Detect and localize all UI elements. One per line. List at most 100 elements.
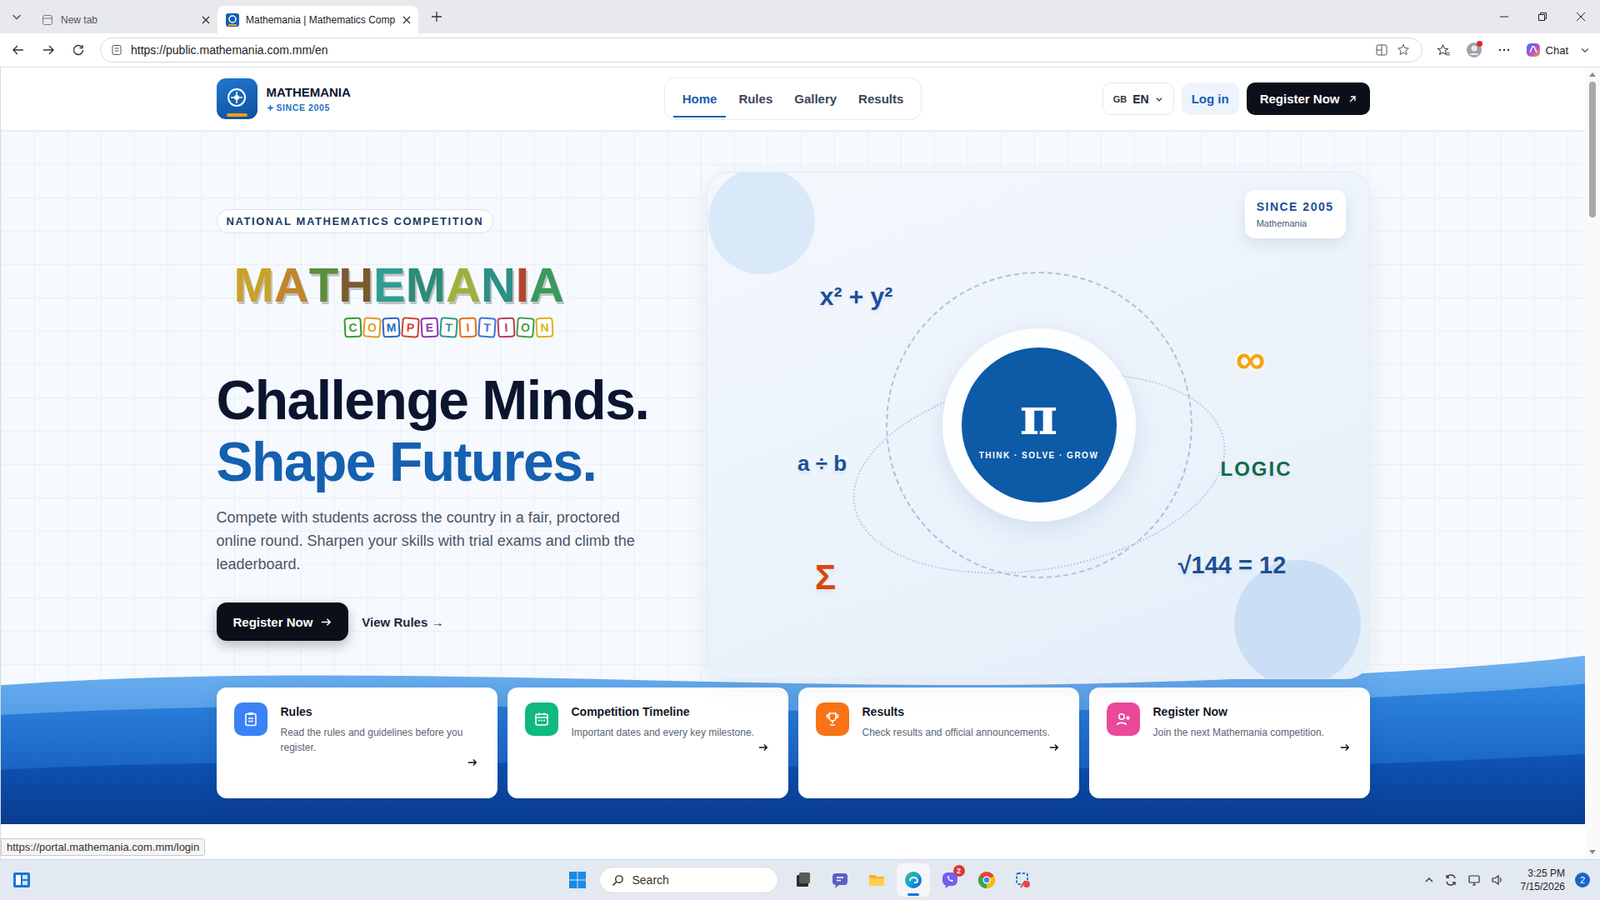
close-icon[interactable] <box>200 15 211 25</box>
sync-icon[interactable] <box>1444 873 1458 887</box>
show-hidden-icons-icon[interactable] <box>1424 875 1435 885</box>
profile-alert-dot <box>1476 40 1483 47</box>
start-button[interactable] <box>560 863 595 897</box>
taskbar-search[interactable]: Search <box>599 866 779 894</box>
feature-card[interactable]: Results Check results and official annou… <box>798 687 1080 799</box>
chrome-icon <box>977 870 996 890</box>
snipping-tool-icon <box>1014 870 1033 890</box>
taskbar-app[interactable] <box>1006 863 1040 897</box>
feature-card[interactable]: Register Now Join the next Mathemania co… <box>1089 687 1370 799</box>
address-bar[interactable]: https://public.mathemania.com.mm/en <box>100 37 1423 63</box>
notification-badge[interactable]: 2 <box>1575 872 1590 888</box>
network-icon[interactable] <box>1467 873 1481 887</box>
math-float: Σ <box>815 557 836 598</box>
close-window-button[interactable] <box>1561 0 1600 34</box>
logo-tile: T <box>477 316 497 338</box>
tab-menu-button[interactable] <box>5 3 29 30</box>
logo-tile: I <box>496 316 515 338</box>
logo-tile: T <box>439 316 459 338</box>
logo-letter: M <box>405 260 446 310</box>
page-icon <box>40 13 55 27</box>
nav-item[interactable]: Gallery <box>785 80 846 118</box>
taskbar-app[interactable]: 2 <box>933 863 967 897</box>
logo-letter: A <box>445 260 481 310</box>
widgets-button[interactable] <box>5 863 39 897</box>
scrollbar-thumb[interactable] <box>1589 81 1596 218</box>
logo-letter: A <box>529 260 565 310</box>
favorites-button[interactable] <box>1430 37 1458 63</box>
browser-tab[interactable]: New tab <box>32 5 218 34</box>
search-icon <box>611 874 625 887</box>
register-now-button[interactable]: Register Now <box>216 602 350 641</box>
chat-menu-button[interactable] <box>1576 37 1594 63</box>
logo-letter: M <box>234 260 275 310</box>
nav-item[interactable]: Results <box>849 80 913 118</box>
brand-logo[interactable]: MATHEMANIA SINCE 2005 <box>216 78 665 120</box>
taskbar-app[interactable] <box>896 863 930 897</box>
app-available-icon[interactable] <box>1375 43 1389 57</box>
math-float: LOGIC <box>1220 457 1293 481</box>
star-icon[interactable] <box>1396 43 1410 57</box>
url-text[interactable]: https://public.mathemania.com.mm/en <box>130 43 329 57</box>
arrow-right-icon[interactable] <box>758 742 769 753</box>
nav-item[interactable]: Home <box>673 80 727 118</box>
taskbar-app[interactable] <box>860 863 894 897</box>
math-float: a ÷ b <box>797 450 847 477</box>
feature-card[interactable]: Rules Read the rules and guidelines befo… <box>216 687 498 799</box>
taskbar-app[interactable] <box>823 863 857 897</box>
arrow-right-icon[interactable] <box>1340 742 1350 753</box>
center-disc: π THINK · SOLVE · GROW <box>961 347 1117 503</box>
volume-icon[interactable] <box>1490 873 1505 887</box>
restore-button[interactable] <box>1523 0 1562 34</box>
feature-icon <box>234 702 268 736</box>
site-info-icon[interactable] <box>110 44 123 56</box>
new-tab-button[interactable] <box>423 3 450 30</box>
scrollbar[interactable] <box>1585 67 1600 860</box>
more-icon <box>1497 43 1511 57</box>
search-placeholder: Search <box>632 873 670 887</box>
calendar-icon <box>533 710 550 728</box>
chevron-down-icon <box>10 10 23 23</box>
taskbar-app[interactable] <box>970 863 1004 897</box>
nav-item[interactable]: Rules <box>729 80 782 118</box>
math-float: ∞ <box>1235 335 1266 384</box>
register-button[interactable]: Register Now <box>1246 82 1370 115</box>
chevron-down-icon <box>1580 45 1590 55</box>
teams-icon <box>830 870 850 890</box>
center-halo: π THINK · SOLVE · GROW <box>942 328 1136 522</box>
task-view-icon <box>794 870 813 890</box>
feature-card[interactable]: Competition Timeline Important dates and… <box>507 687 789 799</box>
scroll-down-icon[interactable] <box>1589 850 1596 855</box>
view-rules-link[interactable]: View Rules → <box>361 615 444 630</box>
main-nav: HomeRulesGalleryResults <box>664 77 923 120</box>
chat-button[interactable]: Chat <box>1520 37 1574 63</box>
clipboard-icon <box>242 710 260 728</box>
language-select[interactable]: GB EN <box>1102 82 1175 115</box>
page-area: MATHEMANIA SINCE 2005 HomeRulesGalleryRe… <box>0 67 1600 860</box>
since-title: SINCE 2005 <box>1256 200 1335 214</box>
competition-logo-subtitle: COMPETITION <box>344 317 554 338</box>
clock[interactable]: 3:25 PM 7/15/2026 <box>1520 866 1565 894</box>
feature-icon <box>815 702 850 736</box>
folder-icon <box>867 870 886 890</box>
arrow-right-icon[interactable] <box>1049 742 1060 753</box>
sparkle-icon <box>266 104 275 112</box>
logo-tile: E <box>420 316 439 338</box>
profile-button[interactable] <box>1460 37 1488 63</box>
forward-arrow-icon <box>41 43 55 57</box>
browser-tab[interactable]: Mathemania | Mathematics Comp <box>217 5 419 34</box>
reload-button[interactable] <box>65 37 92 63</box>
restore-icon <box>1537 11 1548 22</box>
minimize-button[interactable] <box>1485 0 1524 34</box>
login-button[interactable]: Log in <box>1181 82 1240 115</box>
competition-logo: MATHEMANIA <box>234 260 565 310</box>
back-button[interactable] <box>5 37 32 63</box>
tab-title: Mathemania | Mathematics Comp <box>245 14 395 26</box>
scroll-up-icon[interactable] <box>1589 71 1596 77</box>
more-button[interactable] <box>1490 37 1518 63</box>
forward-button[interactable] <box>35 37 62 63</box>
close-icon[interactable] <box>401 15 412 25</box>
feature-icon <box>525 702 559 736</box>
taskbar-app[interactable] <box>786 863 820 897</box>
arrow-right-icon[interactable] <box>467 757 478 768</box>
